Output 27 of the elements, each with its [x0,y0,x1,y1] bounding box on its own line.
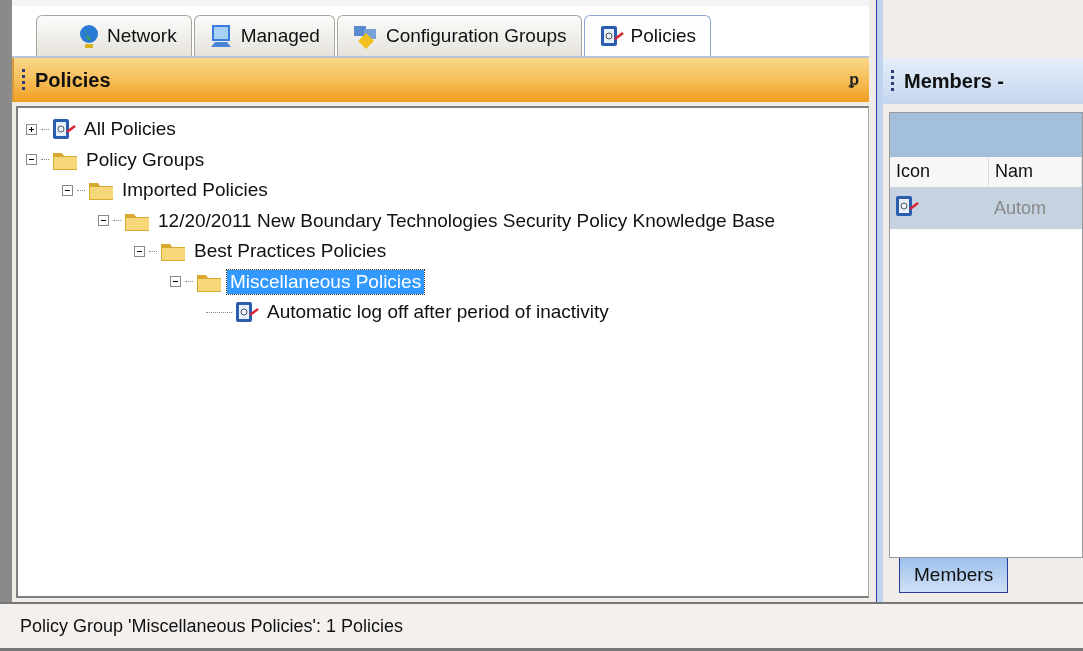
collapse-toggle[interactable] [62,184,73,196]
policy-icon [598,23,625,49]
tree-item[interactable]: Imported Policies [119,178,271,203]
tree-item[interactable]: Policy Groups [83,147,208,172]
collapse-toggle[interactable] [134,245,145,257]
pin-button[interactable]: ᵱ [849,71,859,89]
tab[interactable]: Policies [583,15,711,56]
tab[interactable]: Network [36,15,192,56]
collapse-toggle[interactable] [26,154,37,166]
grip-icon [891,70,894,92]
tab[interactable]: Members [899,558,1009,593]
tab[interactable]: Configuration Groups [336,15,582,56]
panel-title: Members - [904,69,1005,93]
globe-icon [77,23,101,49]
expand-toggle[interactable] [26,123,37,135]
tab[interactable]: Managed [193,15,335,56]
status-text: Policy Group 'Miscellaneous Policies': 1 Policies [20,615,404,637]
tree-item[interactable]: 12/20/2011 New Boundary Technologies Security Policy Knowledge Base [155,208,779,233]
tree-item[interactable]: Automatic log off after period of inactivity [264,300,612,325]
policy-icon [894,193,920,219]
tree-item[interactable]: All Policies [81,117,179,142]
grip-icon [22,69,25,91]
table-cell-text: Autom [993,197,1047,219]
collapse-toggle[interactable] [98,215,109,227]
tree-item[interactable]: Best Practices Policies [191,239,390,264]
collapse-toggle[interactable] [170,276,181,288]
panel-title: Policies [35,68,111,92]
